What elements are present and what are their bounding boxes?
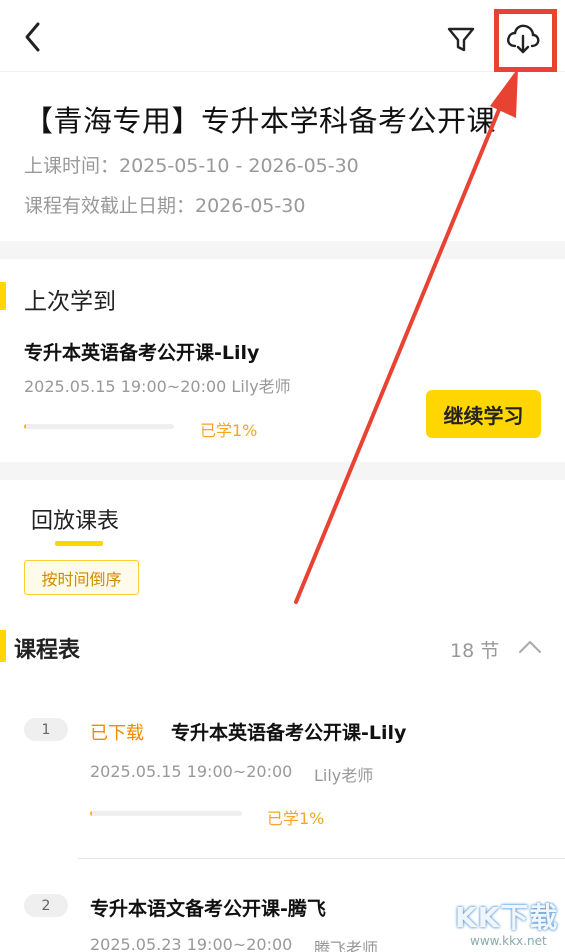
tab-active-indicator: [55, 541, 103, 546]
lesson-teacher: Lily老师: [314, 766, 374, 785]
lesson-number: 1: [24, 718, 68, 741]
lesson-time: 2025.05.15 19:00~20:00: [90, 762, 293, 781]
progress-fill: [24, 424, 27, 429]
watermark-url: www.kkx.net: [470, 934, 547, 948]
chevron-up-icon: [519, 641, 541, 653]
lesson-progress-text: 已学1%: [267, 809, 325, 828]
back-button[interactable]: [18, 20, 48, 54]
lesson-teacher: 腾飞老师: [314, 939, 379, 952]
continue-learning-button[interactable]: 继续学习: [426, 390, 541, 438]
last-learned-title: 上次学到: [24, 289, 116, 315]
tab-replay-schedule[interactable]: 回放课表: [31, 503, 119, 535]
progress-fill: [90, 811, 93, 816]
downloaded-tag: 已下载: [90, 723, 144, 744]
watermark-logo: KK下载: [455, 901, 559, 934]
schedule-title: 课程表: [14, 638, 81, 663]
last-learned-lesson[interactable]: 专升本英语备考公开课-Lily: [24, 338, 259, 365]
last-learned-progress-text: 已学1%: [200, 421, 258, 440]
section-divider: [0, 241, 565, 259]
filter-button[interactable]: [446, 25, 476, 55]
lesson-progress-bar: [90, 811, 242, 816]
section-accent-bar: [0, 282, 6, 310]
lesson-title: 专升本语文备考公开课-腾飞: [90, 898, 326, 920]
section-accent-bar: [0, 630, 6, 662]
lesson-time: 2025.05.23 19:00~20:00: [90, 935, 293, 952]
course-title: 【青海专用】专升本学科备考公开课: [24, 104, 497, 138]
collapse-button[interactable]: [515, 633, 545, 661]
section-divider: [0, 462, 565, 480]
last-learned-progress-bar: [24, 424, 174, 429]
download-highlight-box: [494, 9, 557, 72]
last-learned-time: 2025.05.15 19:00~20:00 Lily老师: [24, 377, 291, 396]
lesson-number: 2: [24, 894, 68, 917]
lesson-title: 专升本英语备考公开课-Lily: [171, 722, 407, 744]
top-bar: [0, 0, 565, 72]
chevron-left-icon: [25, 22, 40, 52]
lesson-count: 18 节: [450, 640, 500, 662]
row-divider: [78, 858, 565, 859]
class-time: 上课时间：2025-05-10 - 2026-05-30: [24, 155, 359, 177]
valid-until: 课程有效截止日期：2026-05-30: [24, 195, 306, 217]
filter-icon: [447, 27, 475, 52]
sort-by-time-button[interactable]: 按时间倒序: [24, 560, 139, 595]
